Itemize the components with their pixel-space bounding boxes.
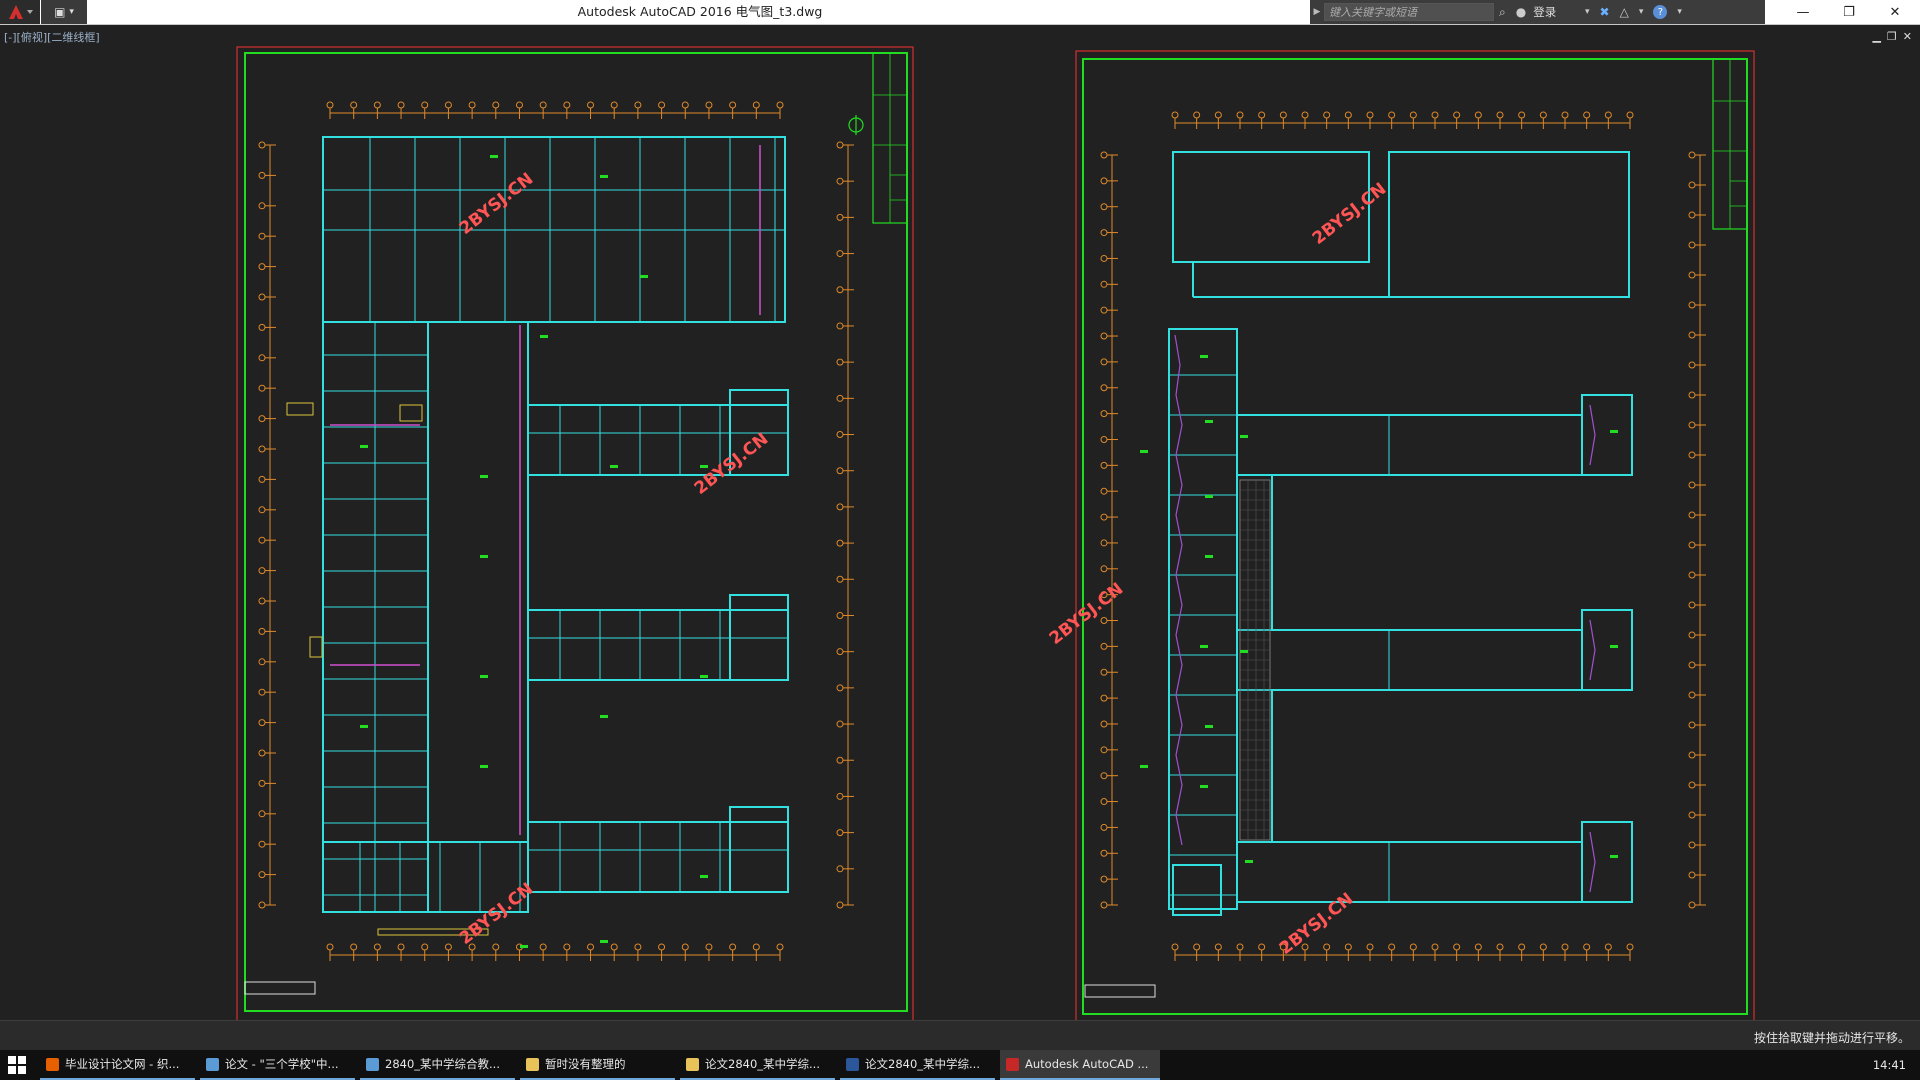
viewport-minimize-icon[interactable]: ▁ xyxy=(1872,30,1880,43)
taskbar-item-label: 论文 - "三个学校"中... xyxy=(225,1057,339,1071)
taskbar-item[interactable]: 暂时没有整理的 xyxy=(520,1050,675,1080)
taskbar-item-label: 论文2840_某中学综... xyxy=(705,1057,820,1071)
watermark: 2BYSJ.CN xyxy=(1309,179,1391,249)
a360-icon[interactable]: △ xyxy=(1620,5,1629,19)
drawing-canvas[interactable]: [-][俯视][二维线框] ▁ ❐ ✕ 2BYSJ.CN 2BYSJ.CN 2B… xyxy=(0,25,1920,1034)
left-sheet-frame xyxy=(244,52,908,1012)
right-sheet xyxy=(1075,50,1755,1034)
watermark: 2BYSJ.CN xyxy=(691,429,773,499)
watermark: 2BYSJ.CN xyxy=(1046,579,1128,649)
folder-icon xyxy=(686,1057,699,1071)
status-bar: 按住拾取键并拖动进行平移。 xyxy=(0,1020,1920,1051)
taskbar-item-label: 2840_某中学综合教... xyxy=(385,1057,500,1071)
right-axis-grid-top xyxy=(1171,111,1634,961)
expand-arrow-icon[interactable]: ▶ xyxy=(1310,7,1324,17)
window-title: Autodesk AutoCAD 2016 电气图_t3.dwg xyxy=(577,4,823,19)
taskbar-item[interactable]: 论文2840_某中学综... xyxy=(840,1050,995,1080)
word-icon xyxy=(846,1057,859,1071)
binoculars-icon[interactable]: ⌕ xyxy=(1494,5,1511,20)
right-title-block-lines xyxy=(1713,59,1747,229)
start-button[interactable] xyxy=(8,1056,28,1074)
infocenter-toolbar: ▾ ✖ △ ▾ ? ▾ xyxy=(1575,0,1765,24)
windows-taskbar: 毕业设计论文网 - 织... 论文 - "三个学校"中... 2840_某中学综合教… xyxy=(0,1050,1920,1080)
autocad-icon xyxy=(1006,1057,1019,1071)
user-icon[interactable]: ● xyxy=(1511,5,1531,19)
firefox-icon xyxy=(46,1057,59,1071)
right-sheet-frame xyxy=(1082,58,1748,1015)
left-floorplan-partitions xyxy=(323,137,788,912)
taskbar-item-label: Autodesk AutoCAD ... xyxy=(1025,1057,1149,1071)
minimize-button[interactable]: — xyxy=(1780,0,1826,24)
right-sheet-label-box xyxy=(1084,984,1156,998)
search-input[interactable] xyxy=(1324,3,1494,21)
right-electrical-symbols xyxy=(1140,355,1618,863)
left-floorplan-walls xyxy=(322,136,789,913)
taskbar-item[interactable]: 毕业设计论文网 - 织... xyxy=(40,1050,195,1080)
chevron-down-icon[interactable]: ▾ xyxy=(1585,7,1590,17)
taskbar-item-label: 毕业设计论文网 - 织... xyxy=(65,1057,180,1071)
left-axis-grid-side xyxy=(258,141,854,909)
right-axis-grid-side xyxy=(1100,151,1706,909)
windows-logo-icon xyxy=(8,1056,26,1074)
left-stairs xyxy=(286,402,489,936)
watermark: 2BYSJ.CN xyxy=(456,169,538,239)
right-floorplan-walls xyxy=(1168,151,1633,916)
help-icon[interactable]: ? xyxy=(1653,5,1668,19)
close-button[interactable]: ✕ xyxy=(1872,0,1918,24)
right-floorplan-partitions xyxy=(1169,374,1390,902)
viewport-restore-icon[interactable]: ❐ xyxy=(1887,30,1897,43)
quick-access-toolbar[interactable]: ▣ ▾ xyxy=(41,0,87,24)
viewport-window-controls: ▁ ❐ ✕ xyxy=(1872,30,1912,43)
watermark: 2BYSJ.CN xyxy=(1276,889,1358,959)
taskbar-item-label: 暂时没有整理的 xyxy=(545,1057,626,1071)
chevron-down-icon[interactable]: ▾ xyxy=(69,7,74,17)
maximize-button[interactable]: ❐ xyxy=(1826,0,1872,24)
taskbar-item[interactable]: Autodesk AutoCAD ... xyxy=(1000,1050,1160,1080)
cad-drawing[interactable]: 2BYSJ.CN 2BYSJ.CN 2BYSJ.CN 2BYSJ.CN 2BYS… xyxy=(0,25,1920,1034)
folder-icon xyxy=(526,1057,539,1071)
left-sheet xyxy=(236,46,914,1026)
status-message: 按住拾取键并拖动进行平移。 xyxy=(1753,1031,1910,1045)
left-axis-grid-top xyxy=(326,101,784,961)
taskbar-item[interactable]: 2840_某中学综合教... xyxy=(360,1050,515,1080)
taskbar-item[interactable]: 论文2840_某中学综... xyxy=(680,1050,835,1080)
login-button[interactable]: 登录 xyxy=(1533,4,1556,20)
watermark: 2BYSJ.CN xyxy=(456,879,538,949)
notepad-icon xyxy=(206,1057,219,1071)
exchange-icon[interactable]: ✖ xyxy=(1600,5,1610,19)
system-clock: 14:41 xyxy=(1872,1058,1906,1072)
chevron-down-icon[interactable]: ▾ xyxy=(1639,7,1644,17)
taskbar-item[interactable]: 论文 - "三个学校"中... xyxy=(200,1050,355,1080)
save-icon[interactable]: ▣ xyxy=(54,5,65,19)
viewport-close-icon[interactable]: ✕ xyxy=(1903,30,1912,43)
right-hatch-pattern xyxy=(1240,480,1270,840)
infocenter-search-bar: ▶ ⌕ ● 登录 xyxy=(1310,0,1575,24)
left-title-block-lines xyxy=(873,53,907,223)
chevron-down-icon[interactable]: ▾ xyxy=(1677,7,1682,17)
taskbar-item-label: 论文2840_某中学综... xyxy=(865,1057,980,1071)
autocad-logo-icon[interactable] xyxy=(0,0,40,24)
word-icon xyxy=(366,1057,379,1071)
left-sheet-border xyxy=(236,46,914,1026)
title-bar: ▣ ▾ Autodesk AutoCAD 2016 电气图_t3.dwg ▶ ⌕… xyxy=(0,0,1920,25)
left-sheet-label-box xyxy=(244,981,316,995)
left-electrical-symbols xyxy=(360,155,708,948)
viewport-controls-label[interactable]: [-][俯视][二维线框] xyxy=(4,29,100,45)
